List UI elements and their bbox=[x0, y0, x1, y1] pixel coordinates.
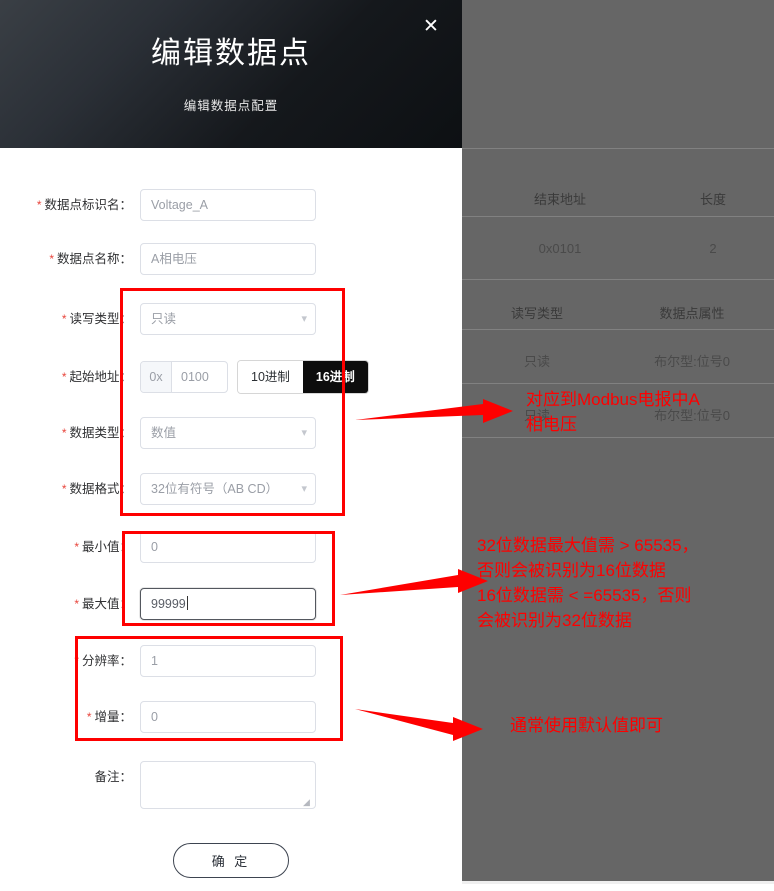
table-header-row-1: 结束地址 长度 bbox=[462, 180, 774, 216]
label-remark: 备注： bbox=[94, 770, 132, 784]
increment-input[interactable]: 0 bbox=[140, 701, 316, 733]
field-rw-type: * 读写类型： 只读 ▾ bbox=[0, 303, 462, 335]
chevron-down-icon: ▾ bbox=[301, 313, 307, 325]
required-marker: * bbox=[49, 252, 54, 266]
cell-datapoint-attr: 布尔型:位号0 bbox=[654, 353, 730, 369]
column-header-length: 长度 bbox=[699, 191, 726, 207]
required-marker: * bbox=[61, 312, 67, 326]
background-datapoint-table: 结束地址 长度 0x0101 2 读写类型 数据点属性 只读 布尔型:位号0 只… bbox=[462, 0, 774, 881]
start-address-input-group[interactable]: 0x 0100 bbox=[140, 361, 228, 393]
field-identifier: * 数据点标识名： Voltage_A bbox=[0, 189, 462, 221]
datapoint-form: * 数据点标识名： Voltage_A * 数据点名称： A相电压 * 读写类型： 只… bbox=[0, 148, 462, 891]
page-scrollbar[interactable] bbox=[0, 881, 774, 891]
modal-subtitle: 编辑数据点配置 bbox=[183, 99, 279, 113]
annotation-arrow-modbus bbox=[355, 399, 513, 423]
table-row[interactable]: 0x0101 2 bbox=[462, 230, 774, 266]
required-marker: * bbox=[36, 198, 42, 212]
annotation-text-modbus: 对应到Modbus电报中A 相电压 bbox=[526, 390, 700, 434]
field-data-format: * 数据格式： 32位有符号（AB CD） ▾ bbox=[0, 473, 462, 505]
label-datapoint-name: * 数据点名称： bbox=[49, 252, 132, 266]
address-prefix-label: 0x bbox=[141, 362, 172, 392]
label-increment: * 增量： bbox=[86, 710, 132, 724]
radix-option-hex[interactable]: 16进制 bbox=[302, 361, 368, 393]
annotation-text-defaults: 通常使用默认值即可 bbox=[510, 716, 663, 735]
annotation-arrow-defaults bbox=[355, 709, 483, 741]
column-header-datapoint-attr: 数据点属性 bbox=[659, 305, 725, 321]
remark-textarea[interactable]: ◢ bbox=[140, 761, 316, 809]
radix-toggle-group: 10进制 16进制 bbox=[238, 361, 368, 393]
field-start-address: * 起始地址： 0x 0100 10进制 16进制 bbox=[0, 361, 462, 393]
edit-datapoint-modal: 编辑数据点 编辑数据点配置 ✕ * 数据点标识名： Voltage_A * 数据点名… bbox=[0, 0, 462, 891]
close-icon[interactable]: ✕ bbox=[418, 14, 444, 40]
datapoint-name-input[interactable]: A相电压 bbox=[140, 243, 316, 275]
field-datapoint-name: * 数据点名称： A相电压 bbox=[0, 243, 462, 275]
column-header-end-address: 结束地址 bbox=[533, 191, 586, 207]
resolution-input[interactable]: 1 bbox=[140, 645, 316, 677]
data-type-select[interactable]: 数值 bbox=[140, 417, 316, 449]
identifier-input[interactable]: Voltage_A bbox=[140, 189, 316, 221]
cell-rw-type: 只读 bbox=[523, 353, 550, 369]
start-address-input[interactable]: 0100 bbox=[172, 362, 227, 392]
rw-type-select[interactable]: 只读 bbox=[140, 303, 316, 335]
cell-end-address: 0x0101 bbox=[538, 240, 582, 256]
label-resolution: * 分辨率： bbox=[74, 654, 132, 668]
label-identifier: * 数据点标识名： bbox=[36, 198, 132, 212]
page-title: 编辑数据点 bbox=[151, 37, 311, 70]
resize-handle-icon[interactable]: ◢ bbox=[303, 797, 313, 807]
field-resolution: * 分辨率： 1 bbox=[0, 645, 462, 677]
required-marker: * bbox=[86, 710, 92, 724]
field-remark: 备注： ◢ bbox=[0, 761, 462, 809]
table-row[interactable]: 只读 布尔型:位号0 bbox=[462, 344, 774, 376]
cell-length: 2 bbox=[709, 240, 717, 256]
required-marker: * bbox=[61, 370, 67, 384]
screen: 结束地址 长度 0x0101 2 读写类型 数据点属性 只读 布尔型:位号0 只… bbox=[0, 0, 774, 891]
label-max-value: * 最大值： bbox=[74, 597, 132, 611]
radix-option-decimal[interactable]: 10进制 bbox=[238, 361, 303, 393]
required-marker: * bbox=[74, 654, 79, 668]
required-marker: * bbox=[74, 597, 79, 611]
table-header-row-2: 读写类型 数据点属性 bbox=[462, 296, 774, 328]
data-format-select[interactable]: 32位有符号（AB CD） bbox=[140, 473, 316, 505]
label-data-format: * 数据格式： bbox=[61, 482, 132, 496]
min-value-input[interactable]: 0 bbox=[140, 531, 316, 563]
text-cursor bbox=[186, 596, 188, 610]
label-start-address: * 起始地址： bbox=[61, 370, 132, 384]
confirm-button[interactable]: 确 定 bbox=[173, 843, 289, 878]
annotation-text-bitwidth: 32位数据最大值需 > 65535， 否则会被识别为16位数据 16位数据需 <… bbox=[477, 536, 699, 630]
chevron-down-icon: ▾ bbox=[301, 427, 307, 439]
annotation-arrow-bitwidth bbox=[340, 569, 488, 595]
label-min-value: * 最小值： bbox=[74, 540, 132, 554]
modal-footer: 确 定 bbox=[0, 843, 462, 878]
required-marker: * bbox=[61, 426, 67, 440]
modal-header: 编辑数据点 编辑数据点配置 ✕ bbox=[0, 0, 462, 148]
max-value-input[interactable]: 99999 bbox=[140, 588, 316, 620]
field-min-value: * 最小值： 0 bbox=[0, 531, 462, 563]
required-marker: * bbox=[74, 540, 79, 554]
required-marker: * bbox=[61, 482, 67, 496]
label-rw-type: * 读写类型： bbox=[61, 312, 132, 326]
chevron-down-icon: ▾ bbox=[301, 483, 307, 495]
label-data-type: * 数据类型： bbox=[61, 426, 132, 440]
column-header-rw-type: 读写类型 bbox=[510, 305, 563, 321]
